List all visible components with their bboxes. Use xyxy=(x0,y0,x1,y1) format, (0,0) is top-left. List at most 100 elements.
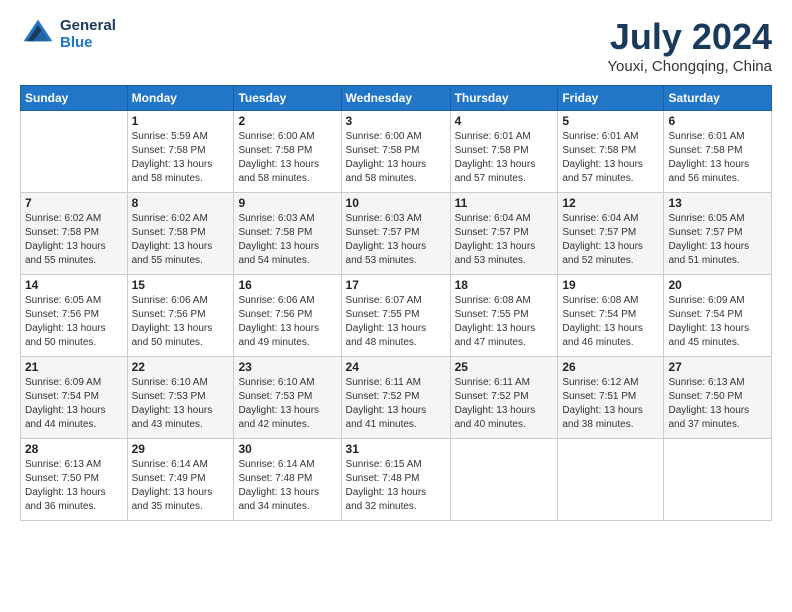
day-number: 20 xyxy=(668,278,767,292)
day-info: Sunrise: 6:13 AM Sunset: 7:50 PM Dayligh… xyxy=(668,376,767,432)
week-row-5: 28 Sunrise: 6:13 AM Sunset: 7:50 PM Dayli… xyxy=(21,439,772,521)
calendar-cell: 11Sunrise: 6:04 AM Sunset: 7:57 PM Dayli… xyxy=(450,193,558,275)
weekday-header-row: SundayMondayTuesdayWednesdayThursdayFrid… xyxy=(21,86,772,111)
weekday-saturday: Saturday xyxy=(664,86,772,111)
day-number: 10 xyxy=(346,196,446,210)
day-number: 19 xyxy=(562,278,659,292)
day-info: Sunrise: 6:08 AM Sunset: 7:54 PM Dayligh… xyxy=(562,294,659,350)
logo-text: General Blue xyxy=(60,17,116,51)
calendar-cell xyxy=(450,439,558,521)
calendar-cell: 12 Sunrise: 6:04 AM Sunset: 7:57 PM Dayli… xyxy=(558,193,664,275)
calendar-cell xyxy=(558,439,664,521)
month-title: July 2024 xyxy=(607,16,772,58)
calendar-cell: 22Sunrise: 6:10 AM Sunset: 7:53 PM Dayli… xyxy=(127,357,234,439)
weekday-tuesday: Tuesday xyxy=(234,86,341,111)
day-info: Sunrise: 6:05 AM Sunset: 7:57 PM Dayligh… xyxy=(668,212,767,268)
day-info: Sunrise: 6:07 AM Sunset: 7:55 PM Dayligh… xyxy=(346,294,446,350)
day-info: Sunrise: 6:06 AM Sunset: 7:56 PM Dayligh… xyxy=(132,294,230,350)
calendar-table: SundayMondayTuesdayWednesdayThursdayFrid… xyxy=(20,85,772,521)
calendar-cell: 17 Sunrise: 6:07 AM Sunset: 7:55 PM Dayli… xyxy=(341,275,450,357)
day-info: Sunrise: 6:10 AM Sunset: 7:53 PM Dayligh… xyxy=(238,376,336,432)
day-info: Sunrise: 6:13 AM Sunset: 7:50 PM Dayligh… xyxy=(25,458,123,514)
day-info: Sunrise: 6:03 AM Sunset: 7:57 PM Dayligh… xyxy=(346,212,446,268)
weekday-friday: Friday xyxy=(558,86,664,111)
calendar-cell: 2 Sunrise: 6:00 AM Sunset: 7:58 PM Daylig… xyxy=(234,111,341,193)
page: General Blue July 2024 Youxi, Chongqing,… xyxy=(0,0,792,612)
calendar-cell: 18 Sunrise: 6:08 AM Sunset: 7:55 PM Dayli… xyxy=(450,275,558,357)
calendar-cell: 16Sunrise: 6:06 AM Sunset: 7:56 PM Dayli… xyxy=(234,275,341,357)
day-number: 18 xyxy=(455,278,554,292)
logo: General Blue xyxy=(20,16,116,52)
week-row-1: 1 Sunrise: 5:59 AM Sunset: 7:58 PM Daylig… xyxy=(21,111,772,193)
day-info: Sunrise: 6:14 AM Sunset: 7:48 PM Dayligh… xyxy=(238,458,336,514)
calendar-cell: 8 Sunrise: 6:02 AM Sunset: 7:58 PM Daylig… xyxy=(127,193,234,275)
calendar-cell: 26 Sunrise: 6:12 AM Sunset: 7:51 PM Dayli… xyxy=(558,357,664,439)
day-number: 30 xyxy=(238,442,336,456)
calendar-cell: 7 Sunrise: 6:02 AM Sunset: 7:58 PM Daylig… xyxy=(21,193,128,275)
week-row-3: 14Sunrise: 6:05 AM Sunset: 7:56 PM Dayli… xyxy=(21,275,772,357)
day-number: 28 xyxy=(25,442,123,456)
day-info: Sunrise: 6:11 AM Sunset: 7:52 PM Dayligh… xyxy=(346,376,446,432)
location: Youxi, Chongqing, China xyxy=(607,58,772,75)
week-row-2: 7 Sunrise: 6:02 AM Sunset: 7:58 PM Daylig… xyxy=(21,193,772,275)
day-info: Sunrise: 6:01 AM Sunset: 7:58 PM Dayligh… xyxy=(562,130,659,186)
day-info: Sunrise: 6:01 AM Sunset: 7:58 PM Dayligh… xyxy=(668,130,767,186)
day-number: 11 xyxy=(455,196,554,210)
calendar-cell: 28 Sunrise: 6:13 AM Sunset: 7:50 PM Dayli… xyxy=(21,439,128,521)
calendar-cell xyxy=(664,439,772,521)
day-info: Sunrise: 6:09 AM Sunset: 7:54 PM Dayligh… xyxy=(25,376,123,432)
calendar-cell: 15 Sunrise: 6:06 AM Sunset: 7:56 PM Dayli… xyxy=(127,275,234,357)
calendar-cell: 3 Sunrise: 6:00 AM Sunset: 7:58 PM Daylig… xyxy=(341,111,450,193)
day-info: Sunrise: 6:15 AM Sunset: 7:48 PM Dayligh… xyxy=(346,458,446,514)
logo-icon xyxy=(20,16,56,52)
day-number: 31 xyxy=(346,442,446,456)
calendar-cell: 29 Sunrise: 6:14 AM Sunset: 7:49 PM Dayli… xyxy=(127,439,234,521)
calendar-cell: 19 Sunrise: 6:08 AM Sunset: 7:54 PM Dayli… xyxy=(558,275,664,357)
day-info: Sunrise: 6:01 AM Sunset: 7:58 PM Dayligh… xyxy=(455,130,554,186)
day-info: Sunrise: 6:06 AM Sunset: 7:56 PM Dayligh… xyxy=(238,294,336,350)
day-number: 4 xyxy=(455,114,554,128)
day-info: Sunrise: 6:00 AM Sunset: 7:58 PM Dayligh… xyxy=(346,130,446,186)
weekday-thursday: Thursday xyxy=(450,86,558,111)
calendar-cell: 30 Sunrise: 6:14 AM Sunset: 7:48 PM Dayli… xyxy=(234,439,341,521)
day-number: 29 xyxy=(132,442,230,456)
calendar-cell: 25Sunrise: 6:11 AM Sunset: 7:52 PM Dayli… xyxy=(450,357,558,439)
title-block: July 2024 Youxi, Chongqing, China xyxy=(607,16,772,75)
day-number: 24 xyxy=(346,360,446,374)
day-info: Sunrise: 6:02 AM Sunset: 7:58 PM Dayligh… xyxy=(132,212,230,268)
day-info: Sunrise: 6:14 AM Sunset: 7:49 PM Dayligh… xyxy=(132,458,230,514)
day-number: 17 xyxy=(346,278,446,292)
calendar-cell: 13Sunrise: 6:05 AM Sunset: 7:57 PM Dayli… xyxy=(664,193,772,275)
day-number: 27 xyxy=(668,360,767,374)
calendar-cell: 20Sunrise: 6:09 AM Sunset: 7:54 PM Dayli… xyxy=(664,275,772,357)
day-info: Sunrise: 6:08 AM Sunset: 7:55 PM Dayligh… xyxy=(455,294,554,350)
calendar-cell: 1 Sunrise: 5:59 AM Sunset: 7:58 PM Daylig… xyxy=(127,111,234,193)
day-info: Sunrise: 6:12 AM Sunset: 7:51 PM Dayligh… xyxy=(562,376,659,432)
calendar-cell: 27 Sunrise: 6:13 AM Sunset: 7:50 PM Dayli… xyxy=(664,357,772,439)
day-number: 2 xyxy=(238,114,336,128)
calendar-cell xyxy=(21,111,128,193)
day-info: Sunrise: 5:59 AM Sunset: 7:58 PM Dayligh… xyxy=(132,130,230,186)
day-info: Sunrise: 6:10 AM Sunset: 7:53 PM Dayligh… xyxy=(132,376,230,432)
week-row-4: 21Sunrise: 6:09 AM Sunset: 7:54 PM Dayli… xyxy=(21,357,772,439)
day-info: Sunrise: 6:04 AM Sunset: 7:57 PM Dayligh… xyxy=(562,212,659,268)
day-number: 26 xyxy=(562,360,659,374)
calendar-cell: 21Sunrise: 6:09 AM Sunset: 7:54 PM Dayli… xyxy=(21,357,128,439)
day-number: 7 xyxy=(25,196,123,210)
day-number: 8 xyxy=(132,196,230,210)
day-number: 5 xyxy=(562,114,659,128)
calendar-cell: 9Sunrise: 6:03 AM Sunset: 7:58 PM Daylig… xyxy=(234,193,341,275)
day-number: 3 xyxy=(346,114,446,128)
day-number: 15 xyxy=(132,278,230,292)
day-info: Sunrise: 6:00 AM Sunset: 7:58 PM Dayligh… xyxy=(238,130,336,186)
day-number: 23 xyxy=(238,360,336,374)
calendar-cell: 24 Sunrise: 6:11 AM Sunset: 7:52 PM Dayli… xyxy=(341,357,450,439)
calendar-cell: 4 Sunrise: 6:01 AM Sunset: 7:58 PM Daylig… xyxy=(450,111,558,193)
day-number: 12 xyxy=(562,196,659,210)
day-info: Sunrise: 6:03 AM Sunset: 7:58 PM Dayligh… xyxy=(238,212,336,268)
day-number: 1 xyxy=(132,114,230,128)
day-info: Sunrise: 6:02 AM Sunset: 7:58 PM Dayligh… xyxy=(25,212,123,268)
calendar-cell: 5 Sunrise: 6:01 AM Sunset: 7:58 PM Daylig… xyxy=(558,111,664,193)
day-number: 14 xyxy=(25,278,123,292)
calendar-cell: 6Sunrise: 6:01 AM Sunset: 7:58 PM Daylig… xyxy=(664,111,772,193)
